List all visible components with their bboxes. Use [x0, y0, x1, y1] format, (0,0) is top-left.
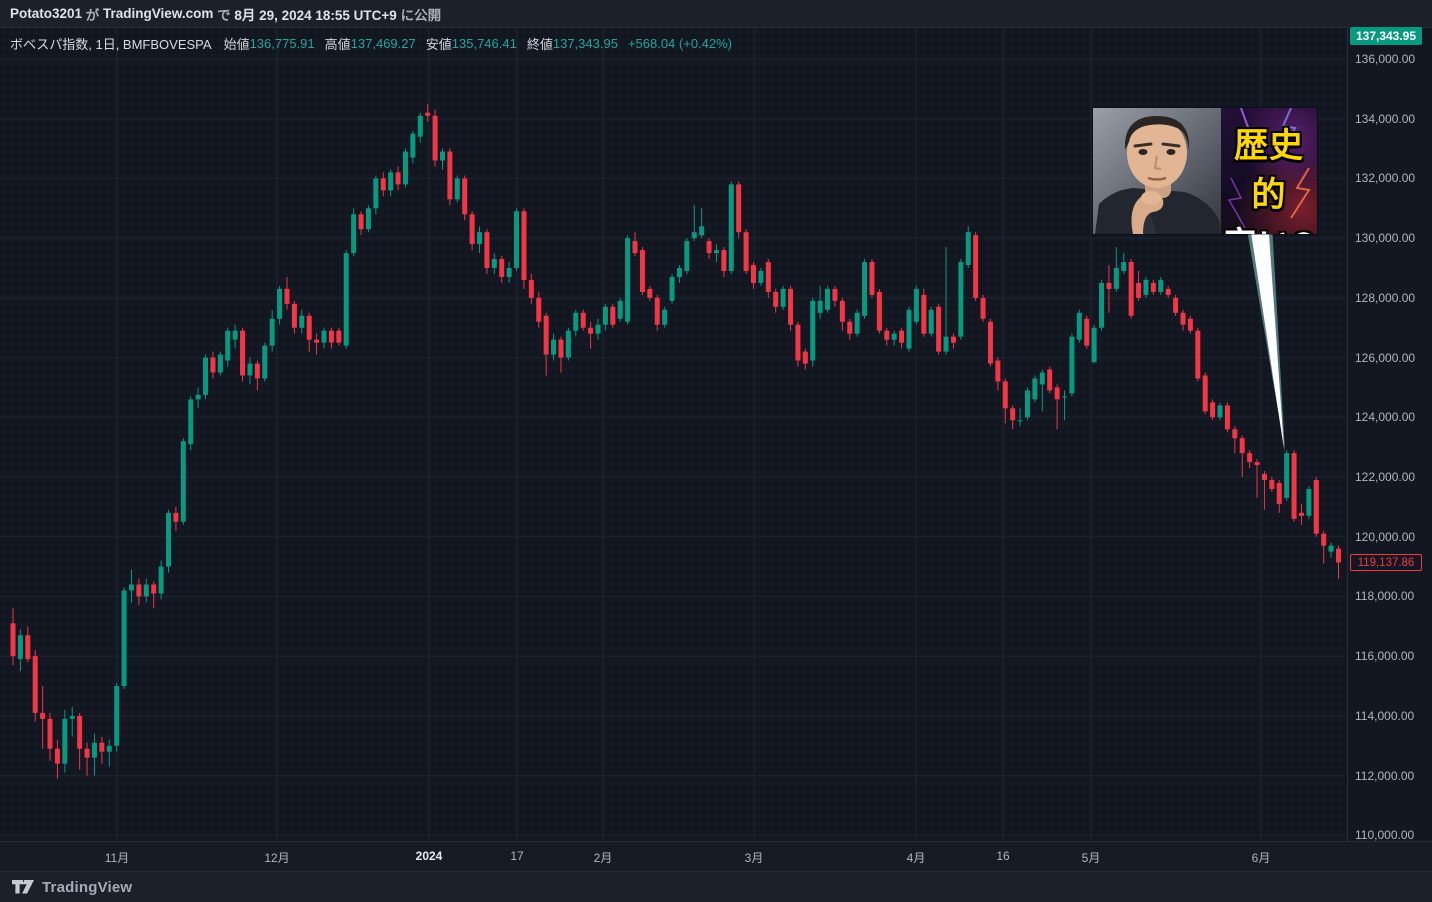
particle-de: で: [213, 7, 235, 23]
price-tick-label: 136,000.00: [1355, 52, 1416, 66]
price-tick-label: 132,000.00: [1355, 171, 1416, 186]
price-tick-label: 118,000.00: [1355, 589, 1415, 604]
change-value: +568.04 (+0.42%): [627, 36, 733, 51]
video-thumbnail-overlay: 歴史的 安い?: [1093, 108, 1317, 234]
pointer-beam: [1243, 206, 1285, 452]
thumbnail-text-panel: 歴史的 安い?: [1221, 108, 1317, 234]
high-value: 137,469.27: [350, 36, 416, 51]
open-value: 136,775.91: [249, 36, 315, 51]
thumbnail-portrait: [1093, 108, 1221, 234]
time-tick-label: 6月: [1251, 851, 1271, 865]
attribution-bar: Potato3201 が TradingView.com で 8月 29, 20…: [0, 0, 1432, 28]
time-tick-label: 11月: [104, 851, 130, 865]
time-tick-label: 4月: [906, 851, 926, 865]
site-name: TradingView.com: [103, 6, 214, 21]
time-axis[interactable]: 11月 12月 2024 17 2月 3月 4月 16 5月 6月: [0, 841, 1432, 872]
author-name: Potato3201: [10, 6, 83, 21]
portrait-illustration: [1093, 108, 1221, 234]
close-label: 終値: [526, 37, 553, 52]
time-tick-label: 16: [996, 849, 1010, 863]
low-value: 135,746.41: [451, 36, 517, 51]
tradingview-footer: TradingView: [0, 871, 1432, 902]
time-tick-label: 17: [510, 849, 524, 863]
price-tick-label: 134,000.00: [1355, 111, 1416, 126]
price-tick-label: 128,000.00: [1355, 290, 1416, 305]
particle-published: に公開: [396, 7, 442, 23]
time-tick-label: 2月: [593, 851, 613, 865]
marked-price-badge: 119,137.86: [1350, 554, 1422, 572]
published-chart-page: Potato3201 が TradingView.com で 8月 29, 20…: [0, 0, 1432, 902]
price-tick-label: 112,000.00: [1355, 768, 1415, 783]
price-tick-label: 114,000.00: [1355, 708, 1415, 723]
open-label: 始値: [223, 37, 250, 52]
price-tick-label: 124,000.00: [1355, 410, 1416, 425]
thumbnail-caption-line2: 安い?: [1221, 221, 1317, 234]
time-tick-label: 3月: [744, 851, 764, 865]
low-label: 安値: [425, 37, 452, 52]
price-tick-label: 120,000.00: [1355, 529, 1416, 544]
symbol-title: ボベスパ指数, 1日, BMFBOVESPA: [10, 37, 212, 52]
particle-ga: が: [82, 7, 104, 23]
thumbnail-caption-line1: 歴史的: [1234, 127, 1304, 215]
chart-area[interactable]: ボベスパ指数, 1日, BMFBOVESPA 始値 136,775.91 高値 13…: [0, 28, 1347, 841]
symbol-legend: ボベスパ指数, 1日, BMFBOVESPA 始値 136,775.91 高値 13…: [10, 34, 732, 53]
price-axis[interactable]: 137,343.95 119,137.86 136,000.00 134,000.…: [1347, 27, 1432, 842]
price-tick-label: 116,000.00: [1355, 649, 1415, 664]
tradingview-logo-icon[interactable]: [12, 877, 34, 897]
publish-datetime: 8月 29, 2024 18:55 UTC+9: [234, 7, 397, 23]
time-tick-label: 2024: [415, 849, 443, 863]
tradingview-brand-text[interactable]: TradingView: [42, 879, 132, 896]
price-tick-label: 130,000.00: [1355, 231, 1416, 246]
last-price-badge: 137,343.95: [1350, 27, 1422, 45]
time-tick-label: 12月: [264, 851, 290, 865]
close-value: 137,343.95: [552, 36, 618, 51]
price-tick-label: 122,000.00: [1355, 470, 1416, 484]
time-tick-label: 5月: [1081, 851, 1101, 865]
price-tick-label: 126,000.00: [1355, 350, 1416, 365]
high-label: 高値: [324, 37, 351, 52]
